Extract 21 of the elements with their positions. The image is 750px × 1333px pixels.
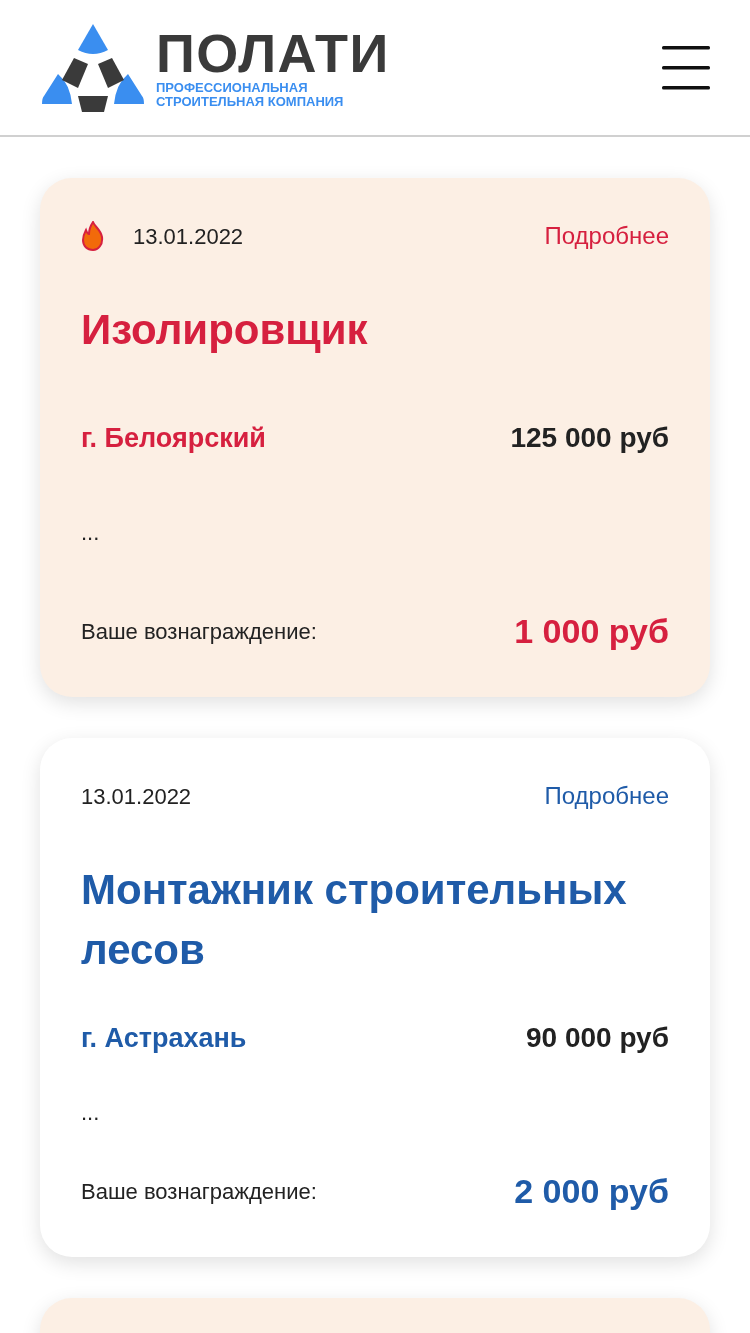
- job-title: Монтажник строительных лесов: [81, 865, 628, 975]
- date-text: 13.01.2022: [81, 782, 192, 811]
- details-link[interactable]: Подробнее: [544, 778, 669, 814]
- reward-label: Ваше вознаграждение:: [81, 1178, 317, 1206]
- date-text: 13.01.2022: [133, 222, 244, 251]
- menu-icon[interactable]: [662, 45, 710, 90]
- details-link[interactable]: Подробнее: [544, 218, 669, 254]
- reward-label: Ваше вознаграждение:: [81, 618, 317, 646]
- reward-amount: 1 000 руб: [514, 611, 669, 652]
- brand-tagline: СТРОИТЕЛЬНАЯ КОМПАНИЯ: [156, 94, 345, 109]
- salary-text: 90 000 руб: [525, 1021, 669, 1055]
- city-text: г. Астрахань: [81, 1021, 247, 1055]
- description-text: ...: [81, 1099, 101, 1127]
- brand-name: ПОЛАТИ: [156, 26, 390, 79]
- salary-text: 125 000 руб: [510, 421, 669, 455]
- job-title: Изолировщик: [81, 305, 369, 355]
- city-text: г. Белоярский: [81, 421, 266, 455]
- reward-amount: 2 000 руб: [514, 1171, 669, 1212]
- brand-tagline: ПРОФЕССИОНАЛЬНАЯ: [156, 80, 309, 95]
- description-text: ...: [81, 519, 101, 547]
- fire-icon: [81, 221, 105, 251]
